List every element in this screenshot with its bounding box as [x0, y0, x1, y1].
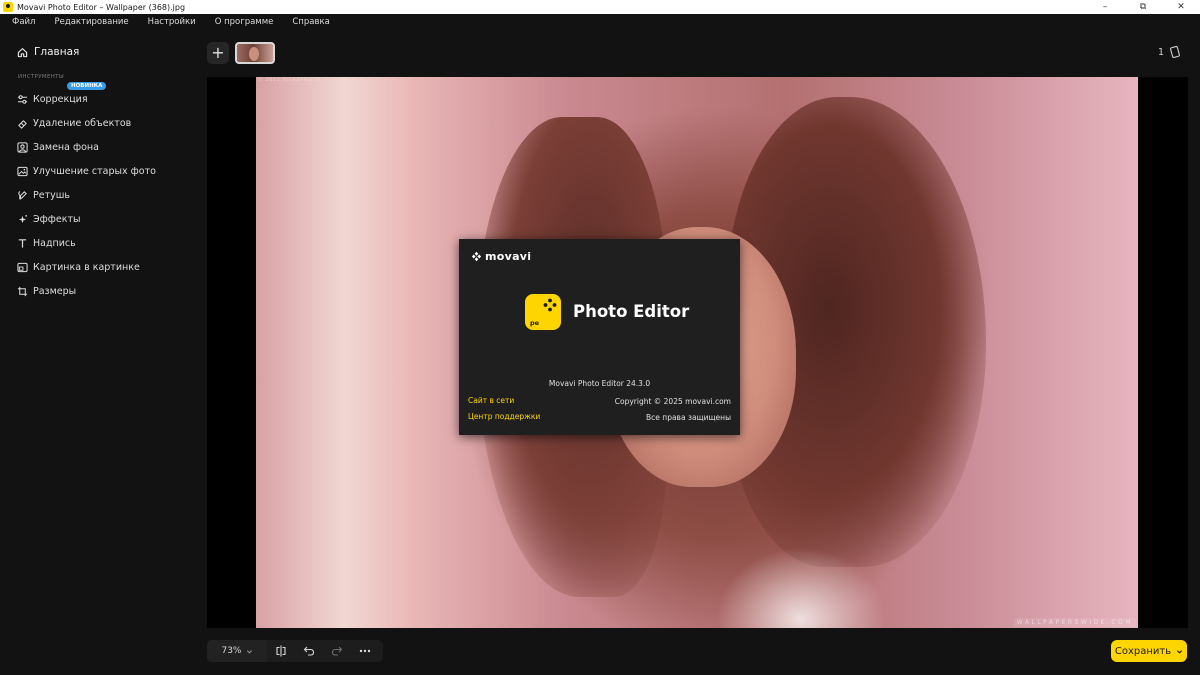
compare-button[interactable]	[267, 640, 295, 662]
zoom-value: 73%	[221, 646, 242, 656]
compare-icon	[276, 645, 286, 657]
sparkle-icon	[18, 214, 27, 223]
tools-section-label: ИНСТРУМЕНТЫ	[18, 74, 64, 80]
website-link[interactable]: Сайт в сети	[468, 396, 514, 405]
sidebar-item-object-removal[interactable]: Удаление объектов	[17, 116, 131, 130]
chevron-down-icon	[1177, 649, 1183, 654]
maximize-button[interactable]: ⧉	[1124, 0, 1162, 14]
save-label: Сохранить	[1114, 645, 1172, 657]
chevron-down-icon	[246, 649, 252, 653]
crop-icon	[17, 286, 28, 296]
eraser-icon	[18, 119, 27, 129]
sidebar-item-resize[interactable]: Размеры	[17, 284, 76, 298]
sidebar-item-background-replace[interactable]: Замена фона	[17, 140, 99, 154]
photo-enhance-icon	[17, 166, 28, 176]
sidebar-item-label: Удаление объектов	[33, 117, 132, 129]
redo-icon	[331, 646, 343, 656]
save-button[interactable]: Сохранить	[1111, 640, 1187, 662]
menu-about[interactable]: О программе	[215, 17, 274, 27]
sidebar-item-old-photo-enhance[interactable]: Улучшение старых фото	[17, 164, 156, 178]
sidebar-item-picture-in-picture[interactable]: Картинка в картинке	[17, 260, 140, 274]
logo-text: pe	[530, 319, 540, 327]
rights-text: Все права защищены	[646, 413, 731, 422]
photo-watermark-bottom: WALLPAPERSWIDE.COM	[1013, 618, 1136, 627]
version-text: Movavi Photo Editor 24.3.0	[548, 379, 651, 388]
zoom-dropdown[interactable]: 73%	[207, 640, 267, 662]
sidebar-item-text[interactable]: Надпись	[17, 236, 76, 250]
undo-icon	[303, 646, 315, 656]
support-link[interactable]: Центр поддержки	[468, 412, 540, 421]
sidebar-item-label: Эффекты	[33, 213, 81, 225]
photo-watermark-top: © 2011 NICKSPHOTO	[258, 77, 321, 83]
sidebar-item-retouch[interactable]: Ретушь	[17, 188, 70, 202]
sidebar: Главная ИНСТРУМЕНТЫ НОВИНКА Коррекция Уд…	[0, 30, 200, 675]
photo-counter[interactable]: 1	[1158, 46, 1181, 58]
photo-thumbnail[interactable]	[235, 42, 275, 64]
window-title: Movavi Photo Editor – Wallpaper (368).jp…	[17, 2, 186, 12]
menu-help[interactable]: Справка	[292, 17, 329, 27]
sidebar-item-correction[interactable]: Коррекция	[17, 92, 88, 106]
sidebar-item-label: Главная	[34, 46, 80, 58]
product-name: Photo Editor	[573, 302, 690, 321]
copyright-text: Copyright © 2025 movavi.com	[614, 397, 731, 406]
about-dialog[interactable]: movavi pe Photo Editor Movavi Photo Edit…	[459, 239, 740, 435]
sidebar-item-label: Замена фона	[33, 141, 99, 153]
sidebar-item-label: Размеры	[33, 285, 77, 297]
photo-editor-logo: pe	[525, 294, 561, 330]
sidebar-item-label: Улучшение старых фото	[33, 165, 156, 177]
bottom-toolbar: 73%	[207, 640, 383, 662]
photo-clothing	[716, 547, 886, 628]
photo-count: 1	[1158, 46, 1165, 58]
title-bar: Movavi Photo Editor – Wallpaper (368).jp…	[0, 0, 1200, 14]
sidebar-item-label: Картинка в картинке	[33, 261, 140, 273]
sliders-icon	[17, 94, 28, 104]
undo-button[interactable]	[295, 640, 323, 662]
sidebar-item-label: Надпись	[33, 237, 76, 249]
menu-settings[interactable]: Настройки	[148, 17, 196, 27]
new-badge: НОВИНКА	[67, 82, 107, 90]
sidebar-item-label: Коррекция	[33, 93, 88, 105]
menu-edit[interactable]: Редактирование	[54, 17, 128, 27]
menu-bar: Файл Редактирование Настройки О программ…	[0, 14, 1200, 30]
app-logo-icon	[3, 2, 13, 12]
stack-icon	[1170, 46, 1181, 58]
portrait-icon	[17, 141, 28, 153]
dots-logo-icon	[543, 298, 557, 312]
sidebar-item-label: Ретушь	[33, 189, 71, 201]
brand-name: movavi	[485, 250, 532, 263]
close-button[interactable]: ✕	[1162, 0, 1200, 14]
sidebar-item-home[interactable]: Главная	[17, 46, 79, 58]
more-icon	[359, 649, 371, 653]
minimize-button[interactable]: –	[1086, 0, 1124, 14]
sidebar-item-effects[interactable]: Эффекты	[17, 212, 81, 226]
redo-button[interactable]	[323, 640, 351, 662]
more-options-button[interactable]	[351, 640, 379, 662]
movavi-logo-icon	[471, 251, 482, 262]
text-icon	[18, 238, 27, 248]
home-icon	[17, 47, 28, 57]
picture-in-picture-icon	[17, 262, 28, 272]
menu-file[interactable]: Файл	[12, 17, 35, 27]
add-photo-button[interactable]: +	[207, 42, 229, 64]
movavi-brand: movavi	[471, 250, 531, 263]
retouch-icon	[18, 190, 27, 200]
